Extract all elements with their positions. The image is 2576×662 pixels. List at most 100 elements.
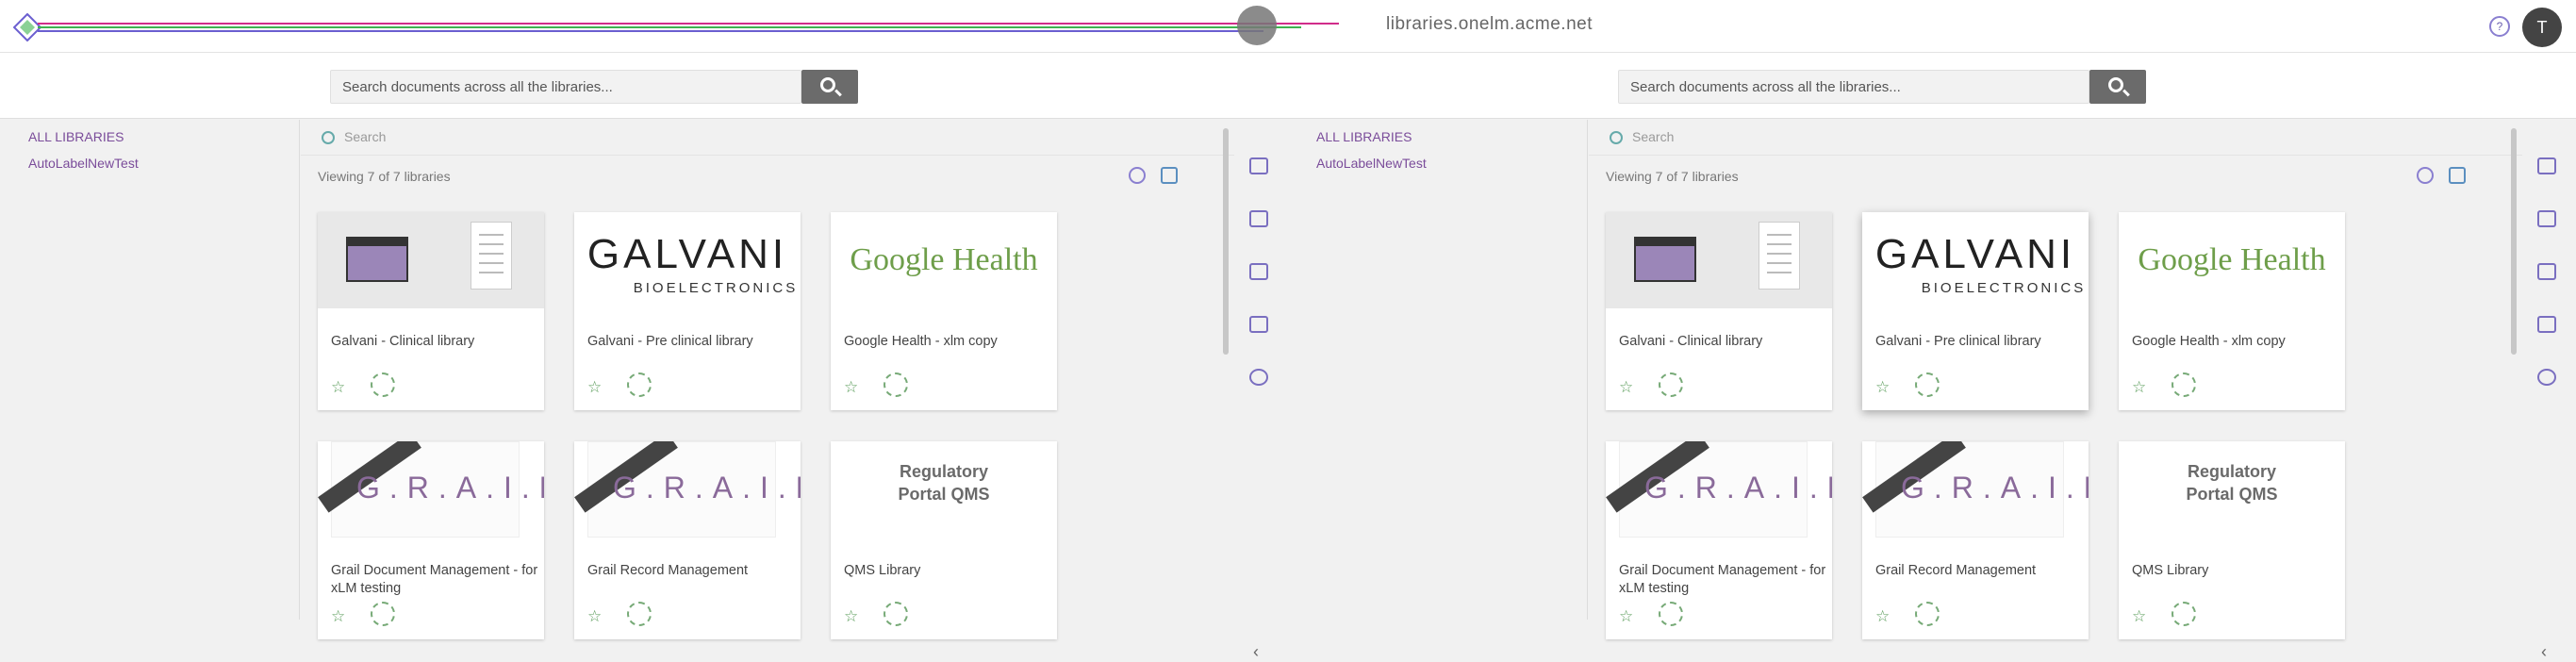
library-thumbnail: Google Health	[2119, 212, 2345, 308]
sidebar-item-all-libraries[interactable]: ALL LIBRARIES	[1316, 129, 1412, 144]
grid-view-icon[interactable]	[1161, 167, 1178, 184]
google-health-logo-text: Google Health	[2138, 242, 2326, 277]
library-filter-bar: Search	[1589, 120, 2522, 156]
library-card[interactable]: Google Health Google Health - xlm copy ☆	[2119, 212, 2345, 410]
library-thumbnail: Google Health	[831, 212, 1057, 308]
library-filter-input[interactable]: Search	[1632, 129, 1674, 144]
search-button[interactable]	[2089, 70, 2146, 104]
scrollbar[interactable]	[1223, 128, 1229, 355]
document-search-input[interactable]: Search documents across all the librarie…	[1618, 70, 2089, 104]
library-card-name: Galvani - Clinical library	[1619, 334, 1763, 349]
grail-logo-text: G.R.A.I.L	[1644, 471, 1832, 505]
library-card[interactable]: G.R.A.I.L Grail Document Management - for…	[318, 441, 544, 639]
top-bar: libraries.onelm.acme.net ? T	[0, 0, 2576, 53]
library-filter-input[interactable]: Search	[344, 129, 386, 144]
right-rail: ‹	[1234, 120, 1288, 661]
search-icon	[820, 77, 835, 92]
library-card[interactable]: GALVANI BIOELECTRONICS Galvani - Pre clini…	[574, 212, 801, 410]
library-card[interactable]: Galvani - Clinical library ☆	[1606, 212, 1832, 410]
scrollbar-thumb[interactable]	[1223, 128, 1229, 355]
favorite-star-icon[interactable]: ☆	[1619, 378, 1633, 397]
library-card-name: Grail Document Management - for xLM test…	[331, 563, 538, 596]
library-status-icon	[883, 602, 908, 626]
list-icon[interactable]	[2537, 316, 2556, 333]
settings-icon[interactable]	[1249, 369, 1268, 386]
sidebar-item-all-libraries[interactable]: ALL LIBRARIES	[28, 129, 124, 144]
settings-icon[interactable]	[2537, 369, 2556, 386]
list-icon[interactable]	[1249, 316, 1268, 333]
library-thumbnail: GALVANI BIOELECTRONICS	[574, 212, 801, 308]
favorite-star-icon[interactable]: ☆	[844, 607, 858, 626]
favorite-star-icon[interactable]: ☆	[587, 378, 602, 397]
library-content: Search Viewing 7 of 7 libraries Galvani …	[1589, 120, 2522, 639]
favorite-star-icon[interactable]: ☆	[1875, 378, 1890, 397]
search-icon	[2108, 77, 2123, 92]
library-status-icon	[1659, 602, 1683, 626]
view-toggle-icon[interactable]	[1129, 167, 1146, 184]
scrollbar[interactable]	[2511, 128, 2517, 355]
library-card-name: Google Health - xlm copy	[844, 334, 998, 349]
sidebar-item-autolabel[interactable]: AutoLabelNewTest	[1316, 156, 1427, 171]
viewing-count: Viewing 7 of 7 libraries	[1606, 169, 1739, 184]
user-avatar[interactable]: T	[2522, 8, 2562, 47]
favorite-star-icon[interactable]: ☆	[1875, 607, 1890, 626]
view-toggle-icon[interactable]	[2417, 167, 2434, 184]
header-accent-stripe-2	[38, 26, 1301, 28]
favorite-star-icon[interactable]: ☆	[2132, 378, 2146, 397]
library-card[interactable]: G.R.A.I.L Grail Document Management - for…	[1606, 441, 1832, 639]
document-icon	[1759, 222, 1800, 290]
library-card[interactable]: GALVANI BIOELECTRONICS Galvani - Pre clini…	[1862, 212, 2089, 410]
filter-icon[interactable]	[1249, 157, 1268, 174]
library-card[interactable]: Google Health Google Health - xlm copy ☆	[831, 212, 1057, 410]
favorite-star-icon[interactable]: ☆	[331, 378, 345, 397]
library-card-name: Grail Record Management	[1875, 563, 2037, 578]
sidebar-item-autolabel[interactable]: AutoLabelNewTest	[28, 156, 139, 171]
favorite-star-icon[interactable]: ☆	[844, 378, 858, 397]
filter-search-icon	[1610, 131, 1623, 144]
google-health-logo-text: Google Health	[850, 242, 1038, 277]
collapse-rail-icon[interactable]: ‹	[1253, 642, 1259, 662]
library-card-name: Galvani - Pre clinical library	[1875, 334, 2041, 349]
library-filter-bar: Search	[301, 120, 1234, 156]
grail-logo-text: G.R.A.I.L	[356, 471, 544, 505]
library-thumbnail	[318, 212, 544, 308]
folder-icon[interactable]	[1249, 210, 1268, 227]
library-card-name: QMS Library	[2132, 563, 2209, 578]
grail-logo-text: G.R.A.I.L	[1901, 471, 2089, 505]
grid-view-icon[interactable]	[2449, 167, 2466, 184]
favorite-star-icon[interactable]: ☆	[1619, 607, 1633, 626]
library-status-icon	[1659, 372, 1683, 397]
filter-icon[interactable]	[2537, 157, 2556, 174]
qms-logo-text: Regulatory Portal QMS	[2186, 462, 2278, 504]
document-search-placeholder: Search documents across all the librarie…	[342, 79, 613, 95]
library-status-icon	[2171, 602, 2196, 626]
search-strip: Search documents across all the librarie…	[0, 53, 1288, 119]
library-card[interactable]: Galvani - Clinical library ☆	[318, 212, 544, 410]
right-rail: ‹	[2522, 120, 2576, 661]
document-search-placeholder: Search documents across all the librarie…	[1630, 79, 1901, 95]
search-button[interactable]	[801, 70, 858, 104]
library-status-icon	[883, 372, 908, 397]
grid-icon[interactable]	[1249, 263, 1268, 280]
grail-logo: G.R.A.I.L	[1606, 441, 1832, 538]
favorite-star-icon[interactable]: ☆	[2132, 607, 2146, 626]
folder-icon[interactable]	[2537, 210, 2556, 227]
grid-icon[interactable]	[2537, 263, 2556, 280]
favorite-star-icon[interactable]: ☆	[587, 607, 602, 626]
document-search-input[interactable]: Search documents across all the librarie…	[330, 70, 801, 104]
favorite-star-icon[interactable]: ☆	[331, 607, 345, 626]
library-card[interactable]: Regulatory Portal QMS QMS Library ☆	[831, 441, 1057, 639]
library-thumbnail: G.R.A.I.L	[1862, 441, 2089, 538]
galvani-logo-text: GALVANI	[586, 231, 788, 277]
library-status-icon	[627, 372, 652, 397]
library-thumbnail: G.R.A.I.L	[574, 441, 801, 538]
help-icon[interactable]: ?	[2489, 16, 2510, 37]
header-accent-stripe-3	[38, 30, 1263, 32]
library-card[interactable]: G.R.A.I.L Grail Record Management ☆	[1862, 441, 2089, 639]
library-card[interactable]: G.R.A.I.L Grail Record Management ☆	[574, 441, 801, 639]
library-card[interactable]: Regulatory Portal QMS QMS Library ☆	[2119, 441, 2345, 639]
scrollbar-thumb[interactable]	[2511, 128, 2517, 355]
library-panel: Search documents across all the librarie…	[1288, 53, 2576, 661]
collapse-rail-icon[interactable]: ‹	[2541, 642, 2547, 662]
library-thumbnail: GALVANI BIOELECTRONICS	[1862, 212, 2089, 308]
